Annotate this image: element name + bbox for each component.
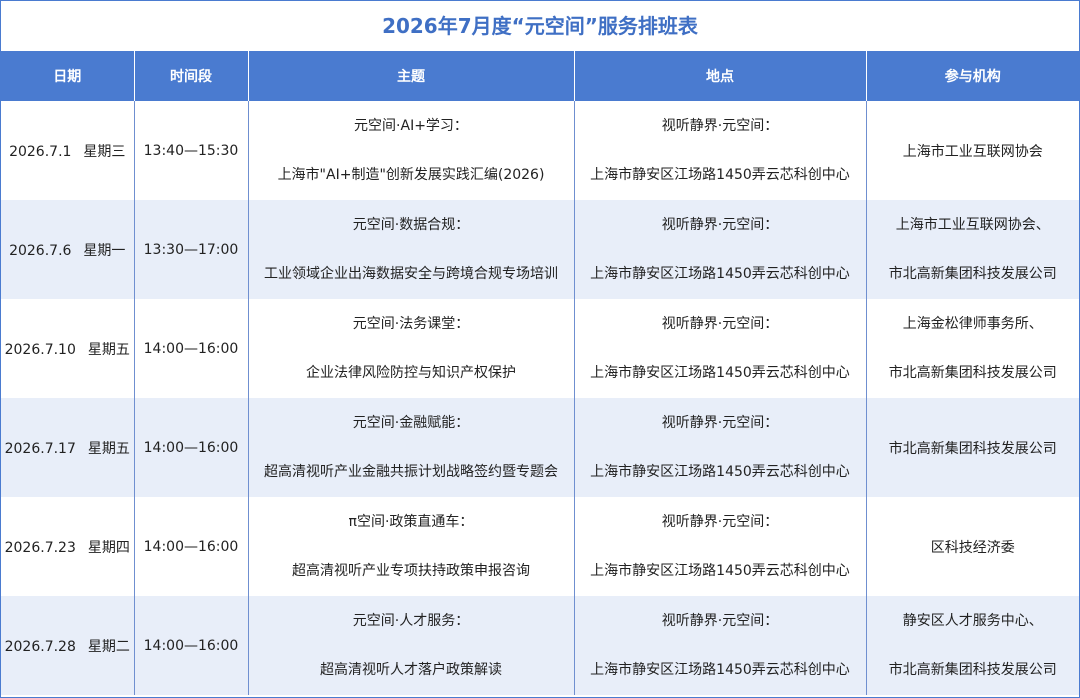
organization-name: 区科技经济委 xyxy=(930,539,1015,556)
location-address: 上海市静安区江场路1450弄云芯科创中心 xyxy=(590,662,850,678)
location-name: 视听静界·元空间： xyxy=(661,415,779,431)
weekday-value: 星期三 xyxy=(83,143,126,160)
time-cell: 14:00—16:00 xyxy=(134,299,249,398)
time-cell: 14:00—16:00 xyxy=(134,596,249,695)
topic-subtitle: 上海市"AI+制造"创新发展实践汇编(2026) xyxy=(277,167,545,183)
organization-cell: 上海市工业互联网协会 xyxy=(866,101,1079,200)
location-name: 视听静界·元空间： xyxy=(661,613,779,629)
location-name: 视听静界·元空间： xyxy=(661,514,779,530)
topic-cell: 元空间·人才服务： 超高清视听人才落户政策解读 xyxy=(248,596,575,695)
weekday-value: 星期五 xyxy=(87,440,130,457)
organization-cell: 区科技经济委 xyxy=(866,497,1079,596)
date-cell: 2026.7.10 星期五 xyxy=(1,299,135,398)
date-cell: 2026.7.17 星期五 xyxy=(1,398,135,497)
topic-subtitle: 企业法律风险防控与知识产权保护 xyxy=(306,365,516,381)
location-address: 上海市静安区江场路1450弄云芯科创中心 xyxy=(590,464,850,480)
column-header-topic: 主题 xyxy=(248,51,575,101)
table-header-row: 日期 时间段 主题 地点 参与机构 xyxy=(1,51,1079,101)
location-cell: 视听静界·元空间： 上海市静安区江场路1450弄云芯科创中心 xyxy=(574,596,867,695)
location-name: 视听静界·元空间： xyxy=(661,118,779,134)
topic-subtitle: 工业领域企业出海数据安全与跨境合规专场培训 xyxy=(264,266,558,282)
topic-subtitle: 超高清视听产业专项扶持政策申报咨询 xyxy=(292,563,530,579)
location-name: 视听静界·元空间： xyxy=(661,316,779,332)
location-cell: 视听静界·元空间： 上海市静安区江场路1450弄云芯科创中心 xyxy=(574,200,867,299)
topic-cell: 元空间·金融赋能： 超高清视听产业金融共振计划战略签约暨专题会 xyxy=(248,398,575,497)
topic-title: π空间·政策直通车： xyxy=(348,514,474,530)
date-value: 2026.7.1 xyxy=(9,143,72,160)
table-row: 2026.7.10 星期五 14:00—16:00 元空间·法务课堂： 企业法律风险… xyxy=(1,299,1079,398)
table-row: 2026.7.1 星期三 13:40—15:30 元空间·AI+学习： 上海市"AI… xyxy=(1,101,1079,200)
column-header-date: 日期 xyxy=(1,51,135,101)
date-value: 2026.7.28 xyxy=(4,638,76,655)
topic-cell: 元空间·数据合规： 工业领域企业出海数据安全与跨境合规专场培训 xyxy=(248,200,575,299)
location-cell: 视听静界·元空间： 上海市静安区江场路1450弄云芯科创中心 xyxy=(574,398,867,497)
organization-name-2: 市北高新集团科技发展公司 xyxy=(888,662,1057,678)
weekday-value: 星期二 xyxy=(87,638,130,655)
organization-name: 上海金松律师事务所、 xyxy=(902,316,1043,332)
date-value: 2026.7.10 xyxy=(4,341,76,358)
time-cell: 14:00—16:00 xyxy=(134,398,249,497)
date-value: 2026.7.6 xyxy=(9,242,72,259)
weekday-value: 星期五 xyxy=(87,341,130,358)
date-cell: 2026.7.1 星期三 xyxy=(1,101,135,200)
organization-name-2: 市北高新集团科技发展公司 xyxy=(888,266,1057,282)
location-cell: 视听静界·元空间： 上海市静安区江场路1450弄云芯科创中心 xyxy=(574,299,867,398)
location-address: 上海市静安区江场路1450弄云芯科创中心 xyxy=(590,365,850,381)
topic-title: 元空间·人才服务： xyxy=(352,613,470,629)
table-row: 2026.7.17 星期五 14:00—16:00 元空间·金融赋能： 超高清视听产… xyxy=(1,398,1079,497)
organization-name-2: 市北高新集团科技发展公司 xyxy=(888,365,1057,381)
topic-subtitle: 超高清视听人才落户政策解读 xyxy=(320,662,502,678)
table-row: 2026.7.6 星期一 13:30—17:00 元空间·数据合规： 工业领域企业出… xyxy=(1,200,1079,299)
schedule-frame: 2026年7月度“元空间”服务排班表 日期 时间段 主题 地点 参与机构 202… xyxy=(0,0,1080,698)
location-cell: 视听静界·元空间： 上海市静安区江场路1450弄云芯科创中心 xyxy=(574,101,867,200)
date-value: 2026.7.17 xyxy=(4,440,76,457)
organization-cell: 上海金松律师事务所、 市北高新集团科技发展公司 xyxy=(866,299,1079,398)
topic-cell: π空间·政策直通车： 超高清视听产业专项扶持政策申报咨询 xyxy=(248,497,575,596)
date-cell: 2026.7.23 星期四 xyxy=(1,497,135,596)
topic-title: 元空间·金融赋能： xyxy=(352,415,470,431)
weekday-value: 星期一 xyxy=(83,242,126,259)
organization-name: 市北高新集团科技发展公司 xyxy=(888,440,1057,457)
topic-title: 元空间·数据合规： xyxy=(352,217,470,233)
location-name: 视听静界·元空间： xyxy=(661,217,779,233)
location-cell: 视听静界·元空间： 上海市静安区江场路1450弄云芯科创中心 xyxy=(574,497,867,596)
topic-title: 元空间·法务课堂： xyxy=(352,316,470,332)
time-cell: 13:30—17:00 xyxy=(134,200,249,299)
organization-cell: 市北高新集团科技发展公司 xyxy=(866,398,1079,497)
table-row: 2026.7.28 星期二 14:00—16:00 元空间·人才服务： 超高清视听人… xyxy=(1,596,1079,695)
organization-name: 上海市工业互联网协会、 xyxy=(895,217,1050,233)
organization-cell: 上海市工业互联网协会、 市北高新集团科技发展公司 xyxy=(866,200,1079,299)
column-header-time: 时间段 xyxy=(134,51,249,101)
column-header-location: 地点 xyxy=(574,51,867,101)
location-address: 上海市静安区江场路1450弄云芯科创中心 xyxy=(590,563,850,579)
table-row: 2026.7.23 星期四 14:00—16:00 π空间·政策直通车： 超高清视听… xyxy=(1,497,1079,596)
topic-cell: 元空间·AI+学习： 上海市"AI+制造"创新发展实践汇编(2026) xyxy=(248,101,575,200)
date-cell: 2026.7.6 星期一 xyxy=(1,200,135,299)
topic-title: 元空间·AI+学习： xyxy=(354,118,468,134)
time-cell: 14:00—16:00 xyxy=(134,497,249,596)
organization-name: 静安区人才服务中心、 xyxy=(902,613,1043,629)
schedule-table: 日期 时间段 主题 地点 参与机构 2026.7.1 星期三 13:40—15:3… xyxy=(1,51,1079,695)
location-address: 上海市静安区江场路1450弄云芯科创中心 xyxy=(590,167,850,183)
topic-subtitle: 超高清视听产业金融共振计划战略签约暨专题会 xyxy=(264,464,558,480)
date-value: 2026.7.23 xyxy=(4,539,76,556)
organization-name: 上海市工业互联网协会 xyxy=(902,143,1043,160)
column-header-organization: 参与机构 xyxy=(866,51,1079,101)
organization-cell: 静安区人才服务中心、 市北高新集团科技发展公司 xyxy=(866,596,1079,695)
time-cell: 13:40—15:30 xyxy=(134,101,249,200)
date-cell: 2026.7.28 星期二 xyxy=(1,596,135,695)
location-address: 上海市静安区江场路1450弄云芯科创中心 xyxy=(590,266,850,282)
page-title: 2026年7月度“元空间”服务排班表 xyxy=(382,14,698,38)
topic-cell: 元空间·法务课堂： 企业法律风险防控与知识产权保护 xyxy=(248,299,575,398)
weekday-value: 星期四 xyxy=(87,539,130,556)
